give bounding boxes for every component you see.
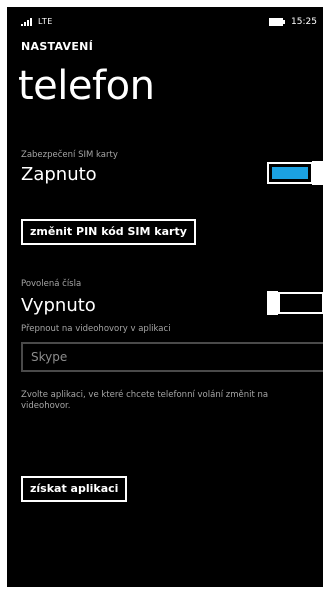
get-apps-button[interactable]: získat aplikaci [21, 476, 128, 502]
fixed-dialing-value: Vypnuto [21, 295, 96, 316]
sim-security-caption: Zabezpečení SIM karty [21, 150, 118, 160]
video-call-app-input[interactable] [21, 342, 323, 372]
status-bar: LTE 15:25 [7, 7, 323, 29]
network-type-label: LTE [38, 17, 53, 26]
sim-security-toggle[interactable] [267, 161, 323, 185]
battery-icon [269, 18, 285, 26]
phone-screen: LTE 15:25 NASTAVENÍ telefon Zabezpečení … [7, 7, 323, 587]
video-call-help-text: Zvolte aplikaci, ve které chcete telefon… [21, 390, 269, 411]
change-sim-pin-button[interactable]: změnit PIN kód SIM karty [21, 219, 196, 245]
video-call-app-caption: Přepnout na videohovory v aplikaci [21, 324, 171, 334]
fixed-dialing-caption: Povolená čísla [21, 279, 82, 289]
page-title: telefon [18, 63, 155, 109]
clock: 15:25 [291, 17, 317, 27]
fixed-dialing-toggle[interactable] [267, 291, 323, 315]
settings-section-label: NASTAVENÍ [21, 40, 94, 53]
sim-security-value: Zapnuto [21, 164, 97, 185]
signal-bars-icon [21, 18, 32, 26]
